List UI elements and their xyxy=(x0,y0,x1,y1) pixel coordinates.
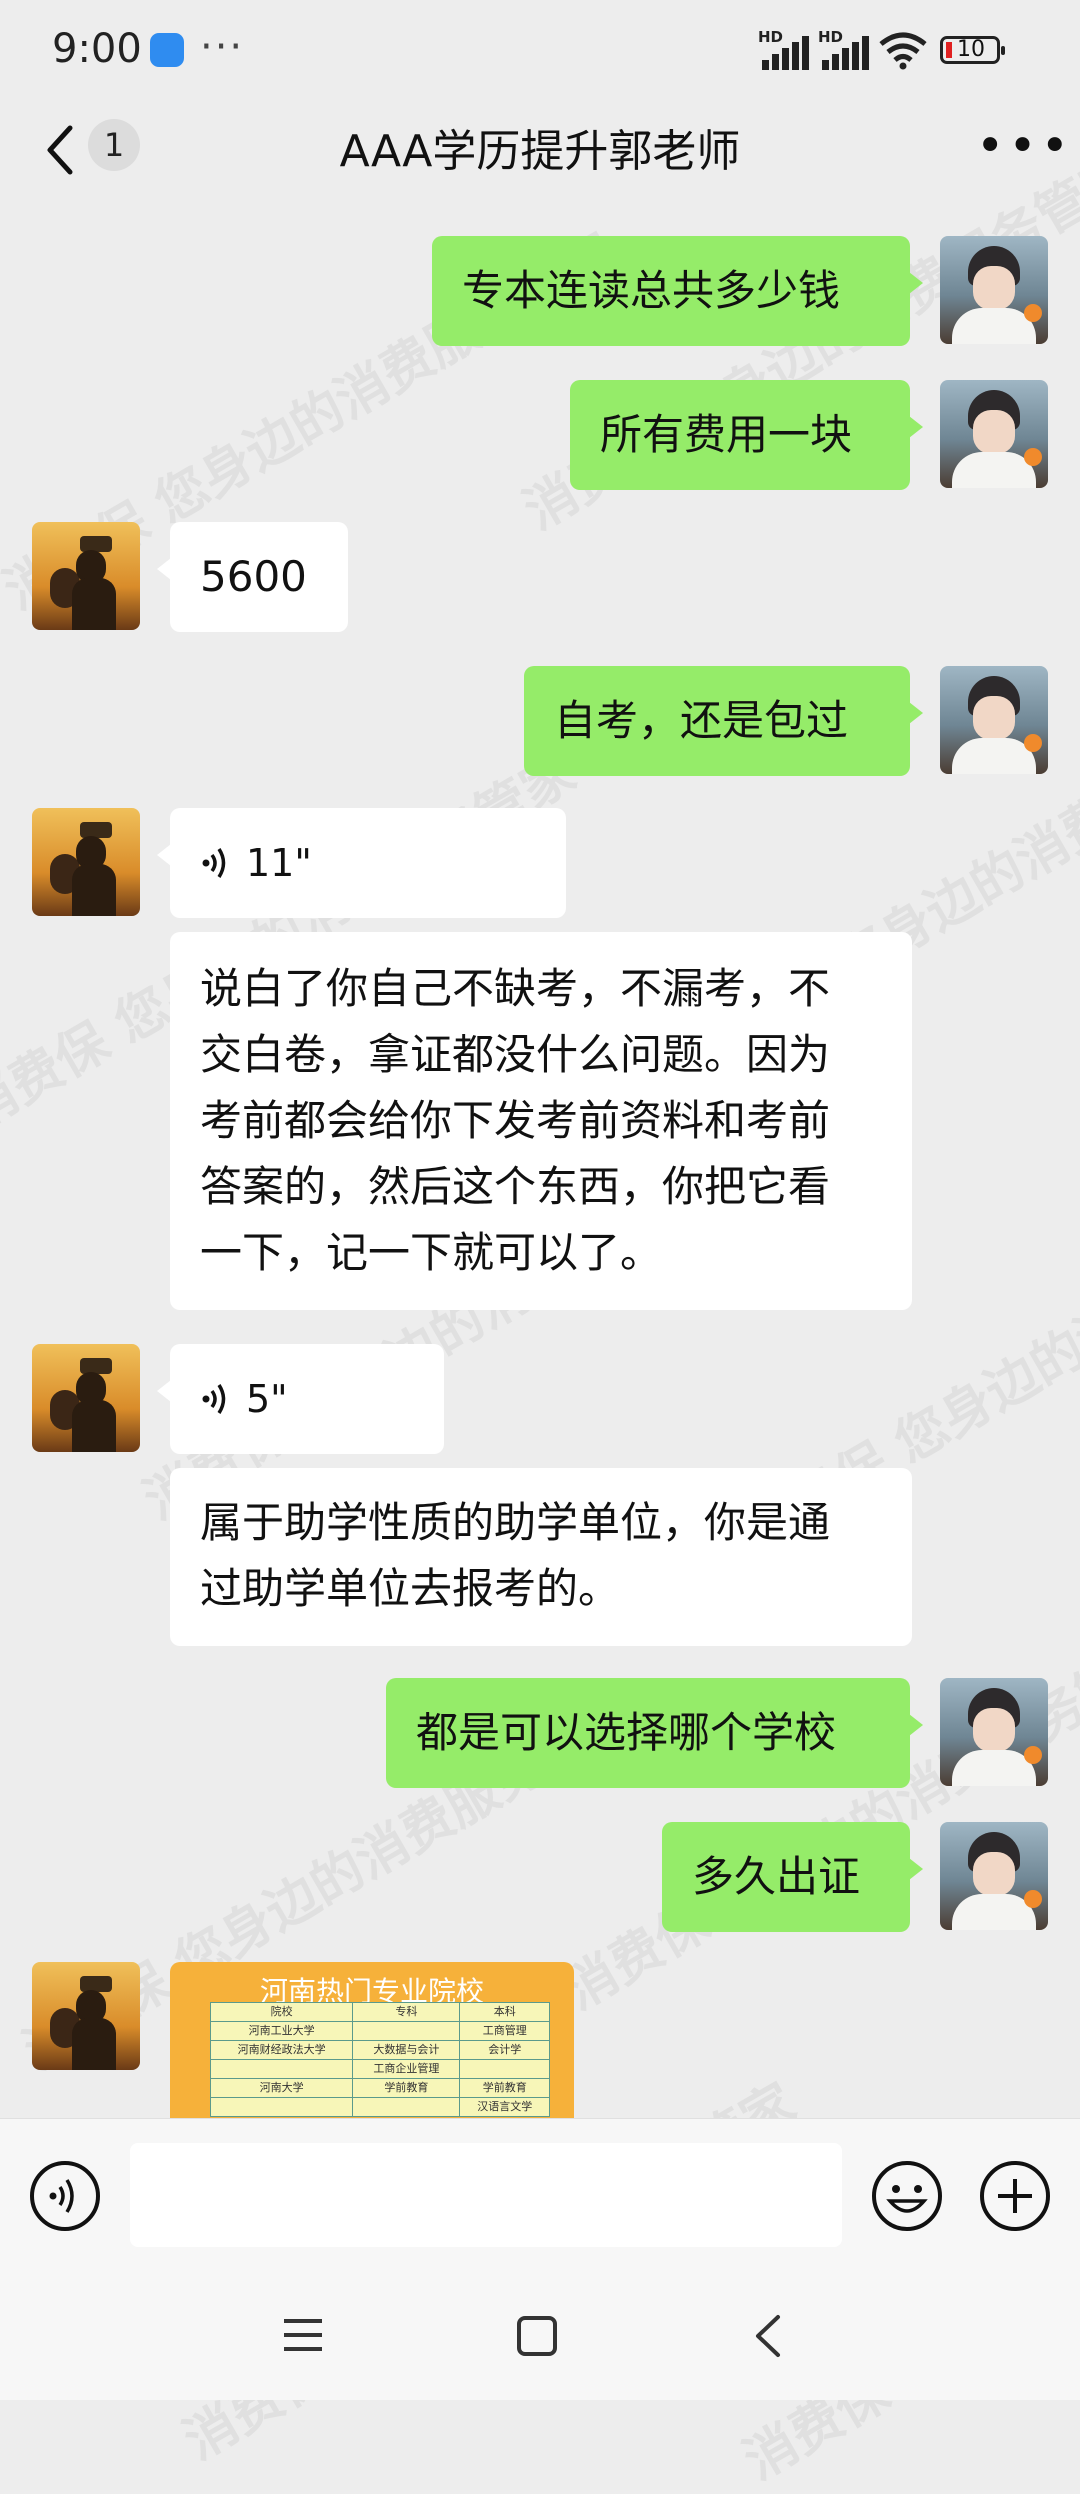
my-avatar[interactable] xyxy=(940,380,1048,488)
more-notifications-icon: ··· xyxy=(200,24,245,70)
emoji-icon[interactable] xyxy=(870,2159,944,2233)
message-bubble-sent[interactable]: 所有费用一块 xyxy=(570,380,923,490)
my-avatar[interactable] xyxy=(940,236,1048,344)
table-cell xyxy=(352,2021,461,2041)
message-line: 考前都会给你下发考前资料和考前 xyxy=(200,1096,831,1145)
my-avatar[interactable] xyxy=(940,666,1048,774)
message-line: 过助学单位去报考的。 xyxy=(200,1564,621,1613)
message-input[interactable] xyxy=(130,2143,842,2247)
message-line: 一下，记一下就可以了。 xyxy=(200,1228,663,1277)
table-cell: 学前教育 xyxy=(459,2078,550,2098)
voice-wave-icon xyxy=(202,1384,226,1414)
table-cell: 工商管理 xyxy=(459,2021,550,2041)
more-dots-icon[interactable]: ••• xyxy=(976,118,1073,174)
table-cell: 汉语言文学 xyxy=(459,2097,550,2117)
system-nav-bar xyxy=(0,2273,1080,2400)
message-bubble-sent[interactable]: 自考，还是包过 xyxy=(524,666,923,776)
my-avatar[interactable] xyxy=(940,1822,1048,1930)
message-bubble-received[interactable]: 5600 xyxy=(157,522,348,632)
message-line: 说白了你自己不缺考，不漏考，不 xyxy=(200,964,831,1013)
hd-label: HD xyxy=(818,28,844,46)
voice-duration: 5" xyxy=(246,1377,288,1421)
chat-input-bar xyxy=(0,2118,1080,2274)
table-cell: 学前教育 xyxy=(352,2078,461,2098)
message-bubble-received[interactable]: 说白了你自己不缺考，不漏考，不 交白卷，拿证都没什么问题。因为 考前都会给你下发… xyxy=(170,932,912,1310)
menu-nav-icon[interactable] xyxy=(282,2315,324,2355)
voice-input-icon[interactable] xyxy=(28,2159,102,2233)
message-bubble-sent[interactable]: 多久出证 xyxy=(662,1822,923,1932)
voice-message[interactable]: 11" xyxy=(157,808,566,918)
message-bubble-sent[interactable]: 专本连读总共多少钱 xyxy=(432,236,923,346)
voice-message[interactable]: 5" xyxy=(157,1344,444,1454)
table-cell: 会计学 xyxy=(459,2040,550,2060)
table-header: 专科 xyxy=(352,2002,461,2022)
battery-icon: 10 xyxy=(940,36,1005,64)
status-bar: 9:00 ··· HD HD 10 xyxy=(0,0,1080,100)
image-message[interactable]: 河南热门专业院校 院校 专科 本科 河南工业大学 工商管理 河南财经政法大学 大… xyxy=(170,1962,574,2118)
table-cell xyxy=(209,2097,354,2117)
table-header: 院校 xyxy=(209,2002,354,2022)
contact-avatar[interactable] xyxy=(32,808,140,916)
voice-duration: 11" xyxy=(246,841,312,885)
contact-avatar[interactable] xyxy=(32,1962,140,2070)
plus-icon[interactable] xyxy=(978,2159,1052,2233)
table-cell xyxy=(459,2059,550,2079)
table-header: 本科 xyxy=(459,2002,550,2022)
back-nav-icon[interactable] xyxy=(752,2313,784,2359)
watermark: 消费保 您身边的消费服务管家 xyxy=(554,1623,1080,2022)
table-cell: 河南财经政法大学 xyxy=(209,2040,354,2060)
table-cell: 河南大学 xyxy=(209,2078,354,2098)
status-time: 9:00 xyxy=(52,26,142,72)
message-bubble-sent[interactable]: 都是可以选择哪个学校 xyxy=(386,1678,923,1788)
my-avatar[interactable] xyxy=(940,1678,1048,1786)
voice-wave-icon xyxy=(202,848,226,878)
image-table: 院校 专科 本科 河南工业大学 工商管理 河南财经政法大学 大数据与会计 会计学… xyxy=(209,2002,550,2117)
table-cell: 工商企业管理 xyxy=(352,2059,461,2079)
message-line: 交白卷，拿证都没什么问题。因为 xyxy=(200,1030,831,1079)
message-line: 属于助学性质的助学单位，你是通 xyxy=(200,1498,831,1547)
table-cell: 河南工业大学 xyxy=(209,2021,354,2041)
table-cell: 大数据与会计 xyxy=(352,2040,461,2060)
app-notification-icon xyxy=(150,33,184,67)
signal-icon: HD xyxy=(758,28,810,70)
hd-label: HD xyxy=(758,28,784,46)
signal-icon: HD xyxy=(818,28,870,70)
battery-level: 10 xyxy=(957,37,985,62)
table-cell xyxy=(209,2059,354,2079)
table-cell xyxy=(352,2097,461,2117)
contact-avatar[interactable] xyxy=(32,522,140,630)
contact-avatar[interactable] xyxy=(32,1344,140,1452)
wifi-icon xyxy=(879,32,927,70)
message-line: 答案的，然后这个东西，你把它看 xyxy=(200,1162,831,1211)
home-nav-icon[interactable] xyxy=(516,2315,558,2357)
chat-title: AAA学历提升郭老师 xyxy=(339,126,741,177)
message-bubble-received[interactable]: 属于助学性质的助学单位，你是通 过助学单位去报考的。 xyxy=(170,1468,912,1646)
